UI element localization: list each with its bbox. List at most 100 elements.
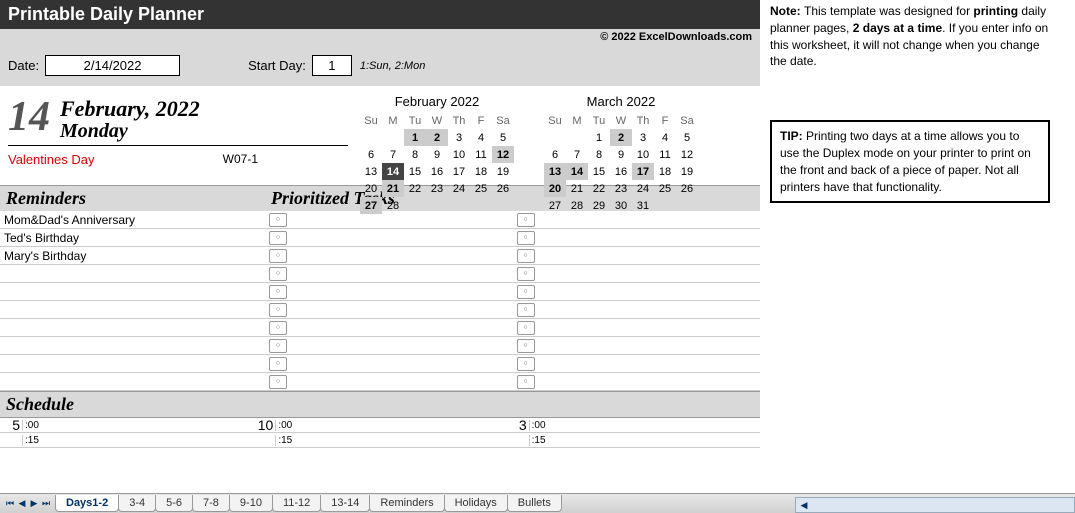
task-priority-box[interactable]: ○: [269, 231, 287, 245]
cal-day: 16: [426, 163, 448, 180]
sheet-tab[interactable]: Bullets: [507, 495, 562, 512]
task-row[interactable]: ○: [513, 283, 761, 301]
task-priority-box[interactable]: ○: [517, 303, 535, 317]
tab-nav-first-icon[interactable]: ⏮: [4, 498, 16, 509]
cal-day: 11: [654, 146, 676, 163]
task-row[interactable]: ○: [265, 337, 513, 355]
startday-input[interactable]: [312, 55, 352, 76]
task-priority-box[interactable]: ○: [517, 267, 535, 281]
task-priority-box[interactable]: ○: [269, 375, 287, 389]
task-priority-box[interactable]: ○: [517, 375, 535, 389]
task-row[interactable]: ○: [513, 355, 761, 373]
task-priority-box[interactable]: ○: [269, 321, 287, 335]
reminder-row[interactable]: [0, 337, 265, 355]
task-row[interactable]: ○: [265, 373, 513, 391]
task-row[interactable]: ○: [513, 373, 761, 391]
reminders-heading: Reminders: [0, 186, 265, 211]
cal-day: 28: [566, 197, 588, 214]
sheet-tab[interactable]: 3-4: [118, 495, 156, 512]
task-row[interactable]: ○: [513, 319, 761, 337]
task-row[interactable]: ○: [513, 337, 761, 355]
reminder-row[interactable]: [0, 355, 265, 373]
tab-nav-last-icon[interactable]: ⏭: [40, 498, 52, 509]
task-row[interactable]: ○: [265, 229, 513, 247]
task-priority-box[interactable]: ○: [517, 249, 535, 263]
cal-day: 15: [404, 163, 426, 180]
task-priority-box[interactable]: ○: [517, 213, 535, 227]
cal-day: 25: [654, 180, 676, 197]
tab-nav-prev-icon[interactable]: ◀: [16, 498, 28, 509]
cal-day: 19: [492, 163, 514, 180]
sheet-tab[interactable]: 7-8: [192, 495, 230, 512]
task-row[interactable]: ○: [265, 301, 513, 319]
task-priority-box[interactable]: ○: [269, 357, 287, 371]
task-priority-box[interactable]: ○: [517, 321, 535, 335]
task-priority-box[interactable]: ○: [269, 303, 287, 317]
scroll-left-icon[interactable]: ◀: [796, 498, 812, 512]
task-row[interactable]: ○: [265, 283, 513, 301]
tab-nav-next-icon[interactable]: ▶: [28, 498, 40, 509]
sheet-tab[interactable]: Holidays: [444, 495, 508, 512]
cal-day: 10: [448, 146, 470, 163]
sheet-tab[interactable]: 9-10: [229, 495, 273, 512]
cal-day: 6: [360, 146, 382, 163]
schedule-row[interactable]: 5:00: [0, 418, 253, 433]
schedule-row[interactable]: :15: [253, 433, 506, 448]
reminder-row[interactable]: [0, 319, 265, 337]
reminder-row[interactable]: Mary's Birthday: [0, 247, 265, 265]
cal-day: 27: [360, 197, 382, 214]
task-priority-box[interactable]: ○: [269, 213, 287, 227]
schedule-row[interactable]: :15: [507, 433, 760, 448]
cal-day: 12: [492, 146, 514, 163]
cal-day: 17: [448, 163, 470, 180]
sheet-tab[interactable]: Reminders: [369, 495, 444, 512]
sheet-tab[interactable]: 11-12: [272, 495, 321, 512]
cal-day: 30: [610, 197, 632, 214]
date-input[interactable]: [45, 55, 180, 76]
task-priority-box[interactable]: ○: [517, 285, 535, 299]
task-row[interactable]: ○: [265, 355, 513, 373]
cal-day: 6: [544, 146, 566, 163]
task-priority-box[interactable]: ○: [269, 249, 287, 263]
task-row[interactable]: ○: [265, 265, 513, 283]
task-row[interactable]: ○: [513, 265, 761, 283]
horizontal-scrollbar[interactable]: ◀: [795, 497, 1075, 513]
sheet-tab[interactable]: 5-6: [155, 495, 193, 512]
task-row[interactable]: ○: [513, 301, 761, 319]
schedule-row[interactable]: :15: [0, 433, 253, 448]
cal-day: 7: [566, 146, 588, 163]
task-row[interactable]: ○: [265, 319, 513, 337]
cal-day: [676, 197, 698, 214]
sheet-tab[interactable]: Days1-2: [55, 495, 119, 512]
sheet-tabs-bar: ⏮ ◀ ▶ ⏭ Days1-23-45-67-89-1011-1213-14Re…: [0, 493, 1075, 513]
cal-day: 7: [382, 146, 404, 163]
task-priority-box[interactable]: ○: [269, 339, 287, 353]
task-priority-box[interactable]: ○: [517, 231, 535, 245]
reminder-row[interactable]: [0, 265, 265, 283]
reminder-row[interactable]: Mom&Dad's Anniversary: [0, 211, 265, 229]
tab-nav[interactable]: ⏮ ◀ ▶ ⏭: [0, 498, 56, 509]
task-row[interactable]: ○: [513, 247, 761, 265]
mini-calendar-next: March 2022 SuMTuWThFSa123456789101112131…: [544, 94, 698, 214]
cal-day: 20: [544, 180, 566, 197]
task-row[interactable]: ○: [513, 229, 761, 247]
reminder-row[interactable]: [0, 283, 265, 301]
task-priority-box[interactable]: ○: [269, 285, 287, 299]
task-priority-box[interactable]: ○: [269, 267, 287, 281]
cal-day: 22: [404, 180, 426, 197]
task-priority-box[interactable]: ○: [517, 357, 535, 371]
cal-day: 21: [566, 180, 588, 197]
task-row[interactable]: ○: [265, 247, 513, 265]
cal-day: 5: [492, 129, 514, 146]
reminder-row[interactable]: [0, 373, 265, 391]
sheet-tab[interactable]: 13-14: [320, 495, 370, 512]
cal-day: [654, 197, 676, 214]
reminder-row[interactable]: [0, 301, 265, 319]
task-priority-box[interactable]: ○: [517, 339, 535, 353]
schedule-row[interactable]: 3:00: [507, 418, 760, 433]
schedule-row[interactable]: 10:00: [253, 418, 506, 433]
reminder-row[interactable]: Ted's Birthday: [0, 229, 265, 247]
cal-day: 10: [632, 146, 654, 163]
cal-day: 9: [610, 146, 632, 163]
cal-day: [426, 197, 448, 214]
